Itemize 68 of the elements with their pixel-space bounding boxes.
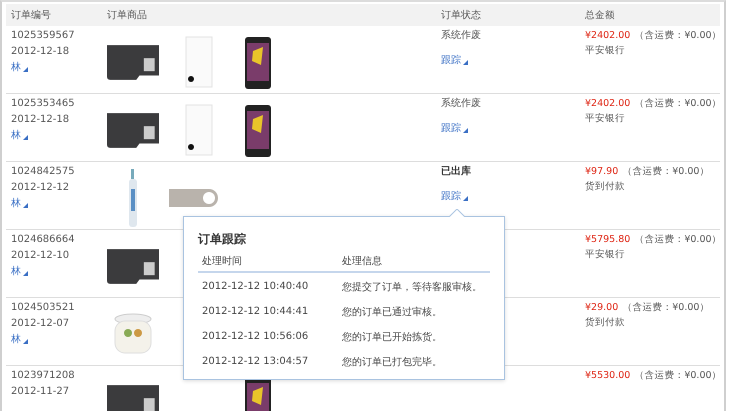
shipping-fee: （含运费：¥0.00）: [634, 29, 722, 42]
shipping-fee: （含运费：¥0.00）: [622, 301, 710, 314]
total-amount: ¥97.90: [585, 165, 618, 178]
order-status: 系统作废: [441, 97, 482, 110]
buyer-link[interactable]: 林: [11, 197, 107, 210]
order-number: 1024686664: [11, 233, 76, 246]
caret-icon: [23, 339, 28, 344]
process-info: 您的订单已通过审核。: [342, 306, 442, 318]
total-amount: ¥5530.00: [585, 369, 630, 382]
process-info: 您的订单已开始拣货。: [342, 330, 442, 344]
payment-method: 货到付款: [585, 180, 626, 193]
total-amount: ¥2402.00: [585, 29, 630, 42]
shipping-fee: （含运费：¥0.00）: [634, 369, 722, 382]
payment-method: 平安银行: [585, 44, 626, 57]
order-status: 已出库: [441, 165, 472, 178]
process-time: 2012-12-12 10:44:41: [202, 306, 310, 317]
order-date: 2012-12-10: [11, 249, 70, 262]
order-date: 2012-12-07: [11, 317, 70, 330]
buyer-link[interactable]: 林: [11, 265, 107, 278]
process-time: 2012-12-12 13:04:57: [202, 356, 310, 367]
process-info: 您提交了订单，等待客服审核。: [342, 280, 482, 294]
caret-icon: [463, 128, 468, 133]
process-time: 2012-12-12 10:56:06: [202, 331, 310, 342]
order-date: 2012-12-12: [11, 181, 70, 194]
process-info: 您的订单已打包完毕。: [342, 356, 442, 368]
track-link[interactable]: 跟踪: [441, 54, 585, 67]
payment-method: 平安银行: [585, 112, 626, 125]
memory-card-photo: [107, 112, 159, 148]
order-number: 1025353465: [11, 97, 76, 110]
column-header: 处理信息: [342, 254, 382, 268]
buyer-link[interactable]: 林: [11, 129, 107, 142]
order-number: 1024503521: [11, 301, 76, 314]
column-header: 处理时间: [202, 254, 243, 268]
column-header: 订单商品: [107, 8, 148, 22]
shipping-fee: （含运费：¥0.00）: [622, 165, 710, 178]
order-number: 1023971208: [11, 369, 76, 382]
process-time: 2012-12-12 10:40:40: [202, 281, 310, 292]
memory-card-photo: [107, 384, 159, 411]
caret-icon: [23, 271, 28, 276]
shipping-fee: （含运费：¥0.00）: [634, 233, 722, 246]
caret-icon: [23, 67, 28, 72]
total-amount: ¥29.00: [585, 301, 618, 314]
track-link[interactable]: 跟踪: [441, 122, 585, 135]
order-date: 2012-12-18: [11, 113, 70, 126]
order-number: 1025359567: [11, 29, 76, 42]
column-header: 订单状态: [441, 8, 482, 22]
payment-method: 货到付款: [585, 316, 626, 329]
memory-card-photo: [107, 44, 159, 80]
total-amount: ¥2402.00: [585, 97, 630, 110]
popup-title: 订单跟踪: [198, 231, 247, 248]
order-date: 2012-12-18: [11, 45, 70, 58]
caret-icon: [23, 135, 28, 140]
total-amount: ¥5795.80: [585, 233, 630, 246]
shipping-fee: （含运费：¥0.00）: [634, 97, 722, 110]
order-number: 1024842575: [11, 165, 76, 178]
payment-method: 平安银行: [585, 248, 626, 261]
track-link[interactable]: 跟踪: [441, 190, 585, 203]
memory-card-photo: [107, 248, 159, 284]
caret-icon: [463, 196, 468, 201]
caret-icon: [23, 203, 28, 208]
order-status: 系统作废: [441, 29, 482, 42]
column-header: 订单编号: [10, 8, 52, 22]
buyer-link[interactable]: 林: [11, 61, 107, 74]
column-header: 总金额: [585, 8, 616, 22]
order-date: 2012-11-27: [11, 385, 70, 398]
buyer-link[interactable]: 林: [11, 333, 107, 346]
electric-toothbrush-photo: [129, 169, 137, 227]
caret-icon: [463, 60, 468, 65]
